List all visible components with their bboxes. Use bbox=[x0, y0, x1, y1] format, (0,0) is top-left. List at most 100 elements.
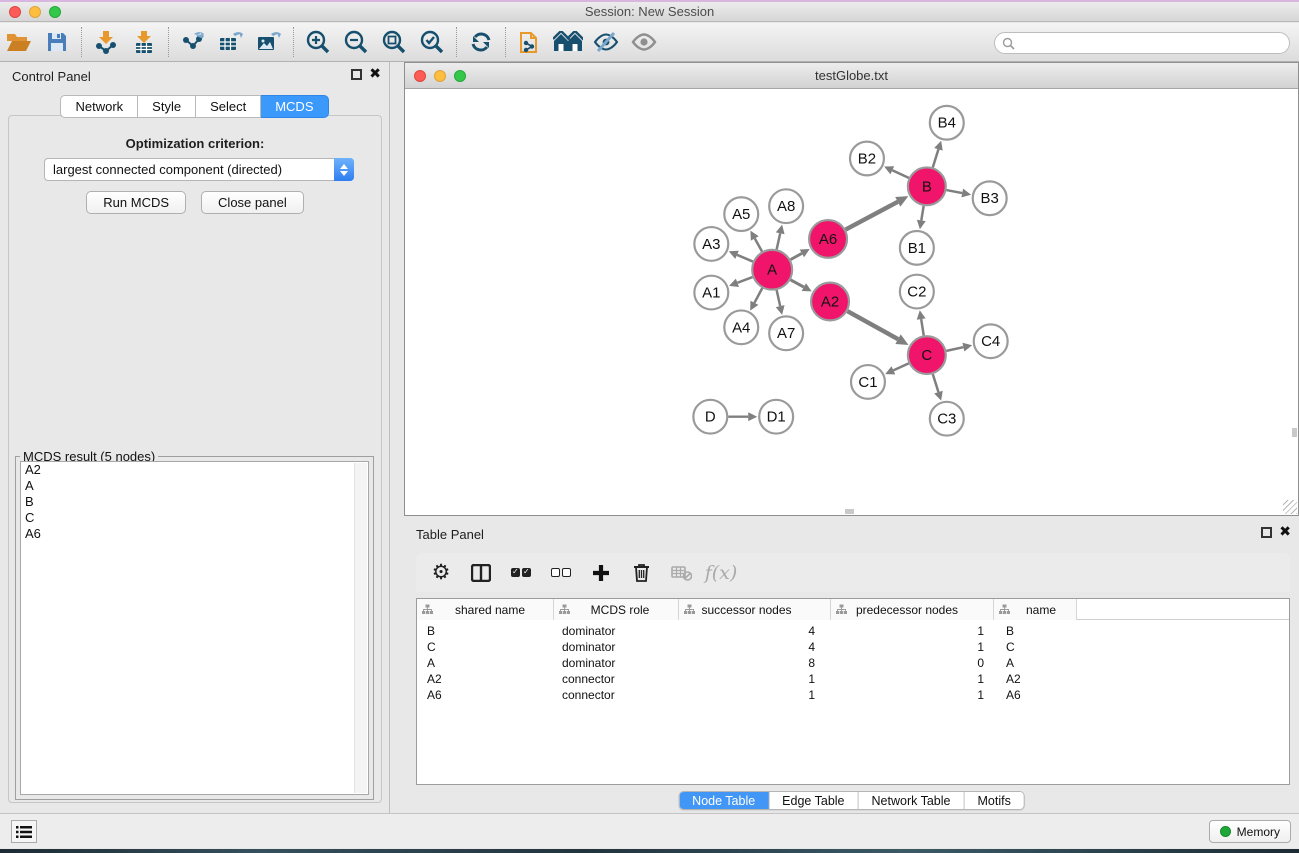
graph-edge-A-A7[interactable] bbox=[777, 290, 781, 306]
column-header-predecessor-nodes[interactable]: predecessor nodes bbox=[831, 599, 994, 620]
table-cell[interactable]: A bbox=[417, 656, 554, 670]
run-mcds-button[interactable]: Run MCDS bbox=[86, 191, 186, 214]
table-row[interactable]: Bdominator41B bbox=[417, 623, 1289, 639]
table-row[interactable]: A2connector11A2 bbox=[417, 671, 1289, 687]
horizontal-scroll-mark[interactable] bbox=[845, 509, 854, 514]
close-panel-icon[interactable]: ✖ bbox=[369, 69, 381, 80]
table-cell[interactable]: connector bbox=[554, 672, 679, 686]
zoom-out-button[interactable] bbox=[337, 25, 375, 59]
graph-edge-B-B4[interactable] bbox=[933, 149, 939, 167]
show-graphics-details-button[interactable] bbox=[625, 25, 663, 59]
tab-network-table[interactable]: Network Table bbox=[859, 792, 965, 809]
table-cell[interactable]: connector bbox=[554, 688, 679, 702]
import-network-button[interactable] bbox=[87, 25, 125, 59]
close-table-panel-icon[interactable]: ✖ bbox=[1279, 527, 1291, 538]
tab-motifs[interactable]: Motifs bbox=[964, 792, 1023, 809]
add-row-button[interactable] bbox=[588, 559, 614, 587]
graph-edge-A-A1[interactable] bbox=[737, 277, 752, 283]
export-table-button[interactable] bbox=[212, 25, 250, 59]
table-cell[interactable]: A2 bbox=[417, 672, 554, 686]
graph-edge-A-A5[interactable] bbox=[755, 238, 762, 251]
graph-edge-B-B1[interactable] bbox=[921, 206, 923, 221]
table-cell[interactable]: dominator bbox=[554, 640, 679, 654]
delete-row-button[interactable] bbox=[628, 559, 654, 587]
graph-edge-B-B2[interactable] bbox=[892, 170, 908, 178]
table-cell[interactable]: A bbox=[994, 656, 1077, 670]
zoom-fit-button[interactable] bbox=[375, 25, 413, 59]
graph-edge-A6-B[interactable] bbox=[846, 202, 898, 230]
mcds-result-item[interactable]: C bbox=[21, 510, 368, 526]
mcds-result-list[interactable]: A2ABCA6 bbox=[20, 461, 369, 795]
float-table-panel-icon[interactable] bbox=[1261, 527, 1272, 538]
graph-edge-B-B3[interactable] bbox=[946, 190, 962, 193]
export-network-button[interactable] bbox=[174, 25, 212, 59]
table-row[interactable]: Adominator80A bbox=[417, 655, 1289, 671]
table-cell[interactable]: 1 bbox=[831, 688, 994, 702]
apply-layout-button[interactable] bbox=[462, 25, 500, 59]
mcds-result-item[interactable]: A2 bbox=[21, 462, 368, 478]
table-cell[interactable]: C bbox=[994, 640, 1077, 654]
tab-node-table[interactable]: Node Table bbox=[679, 792, 769, 809]
tab-select[interactable]: Select bbox=[196, 95, 261, 118]
open-session-button[interactable] bbox=[0, 25, 38, 59]
column-header-name[interactable]: name bbox=[994, 599, 1077, 620]
function-builder-button[interactable]: f(x) bbox=[708, 559, 734, 587]
export-image-button[interactable] bbox=[250, 25, 288, 59]
delete-table-button[interactable] bbox=[668, 559, 694, 587]
column-header-MCDS-role[interactable]: MCDS role bbox=[554, 599, 679, 620]
graph-edge-C-C4[interactable] bbox=[946, 347, 963, 351]
tab-mcds[interactable]: MCDS bbox=[261, 95, 328, 118]
table-cell[interactable]: B bbox=[417, 624, 554, 638]
table-cell[interactable]: C bbox=[417, 640, 554, 654]
graph-edge-A-A4[interactable] bbox=[754, 288, 762, 303]
memory-button[interactable]: Memory bbox=[1209, 820, 1291, 843]
mcds-result-item[interactable]: A bbox=[21, 478, 368, 494]
graph-edge-A-A2[interactable] bbox=[791, 280, 804, 287]
zoom-selected-button[interactable] bbox=[413, 25, 451, 59]
graph-edge-C-C3[interactable] bbox=[933, 374, 939, 392]
search-field[interactable] bbox=[994, 32, 1290, 54]
graph-edge-A2-C[interactable] bbox=[847, 311, 898, 339]
table-cell[interactable]: 0 bbox=[831, 656, 994, 670]
search-input[interactable] bbox=[1020, 36, 1289, 50]
graph-edge-A-A8[interactable] bbox=[777, 233, 781, 249]
network-canvas[interactable]: AA6A2BCA1A3A4A5A7A8B1B2B3B4C1C2C3C4DD1 bbox=[405, 90, 1298, 515]
graph-edge-C-C2[interactable] bbox=[921, 319, 924, 335]
vertical-scroll-mark[interactable] bbox=[1292, 428, 1297, 437]
show-columns-button[interactable] bbox=[468, 559, 494, 587]
table-cell[interactable]: 1 bbox=[679, 688, 831, 702]
hide-graphics-details-button[interactable] bbox=[587, 25, 625, 59]
table-cell[interactable]: 1 bbox=[679, 672, 831, 686]
network-window-titlebar[interactable]: testGlobe.txt bbox=[405, 63, 1298, 89]
network-from-file-button[interactable] bbox=[511, 25, 549, 59]
column-header-successor-nodes[interactable]: successor nodes bbox=[679, 599, 831, 620]
float-panel-icon[interactable] bbox=[351, 69, 362, 80]
optimization-criterion-dropdown[interactable]: largest connected component (directed) bbox=[44, 158, 354, 181]
zoom-in-button[interactable] bbox=[299, 25, 337, 59]
mcds-result-item[interactable]: A6 bbox=[21, 526, 368, 542]
mcds-result-item[interactable]: B bbox=[21, 494, 368, 510]
tab-style[interactable]: Style bbox=[138, 95, 196, 118]
tab-edge-table[interactable]: Edge Table bbox=[769, 792, 858, 809]
table-cell[interactable]: 4 bbox=[679, 640, 831, 654]
graph-edge-C-C1[interactable] bbox=[893, 363, 908, 370]
save-session-button[interactable] bbox=[38, 25, 76, 59]
select-all-button[interactable] bbox=[508, 559, 534, 587]
table-row[interactable]: A6connector11A6 bbox=[417, 687, 1289, 703]
task-history-button[interactable] bbox=[11, 820, 37, 843]
table-cell[interactable]: dominator bbox=[554, 656, 679, 670]
table-cell[interactable]: 1 bbox=[831, 672, 994, 686]
table-cell[interactable]: B bbox=[994, 624, 1077, 638]
column-header-shared-name[interactable]: shared name bbox=[417, 599, 554, 620]
table-cell[interactable]: 8 bbox=[679, 656, 831, 670]
deselect-all-button[interactable] bbox=[548, 559, 574, 587]
graph-edge-A-A3[interactable] bbox=[737, 255, 753, 262]
graph-edge-A-A6[interactable] bbox=[791, 253, 802, 259]
resize-grip[interactable] bbox=[1283, 500, 1297, 514]
table-settings-button[interactable]: ⚙ bbox=[428, 559, 454, 587]
table-cell[interactable]: dominator bbox=[554, 624, 679, 638]
table-cell[interactable]: A6 bbox=[417, 688, 554, 702]
table-cell[interactable]: 1 bbox=[831, 624, 994, 638]
table-cell[interactable]: A2 bbox=[994, 672, 1077, 686]
close-panel-button[interactable]: Close panel bbox=[201, 191, 304, 214]
